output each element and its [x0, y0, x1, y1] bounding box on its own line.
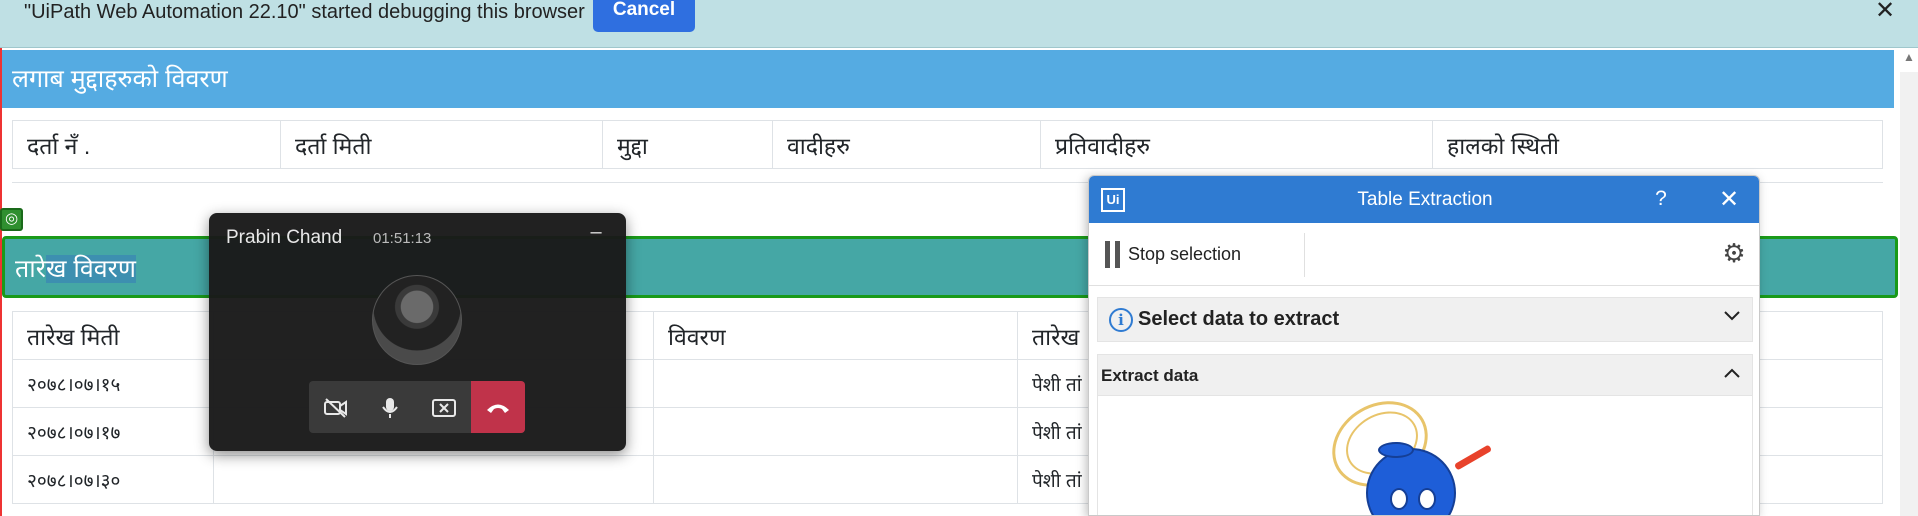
- robot-illustration: [1097, 384, 1753, 515]
- robot-hat: [1378, 442, 1414, 458]
- minimize-icon[interactable]: –: [584, 222, 608, 245]
- video-off-icon[interactable]: [309, 381, 363, 433]
- related-cases-table: दर्ता नँ . दर्ता मिती मुद्दा वादीहरु प्र…: [12, 120, 1883, 169]
- info-icon: i: [1109, 308, 1133, 332]
- robot-arm: [1453, 444, 1493, 471]
- table-extraction-window[interactable]: Ui Table Extraction ? ✕ Stop selection ⚙…: [1088, 175, 1760, 516]
- table-cell: २०७८।०७।१७: [12, 407, 214, 456]
- scrollbar[interactable]: [1900, 72, 1918, 516]
- robot-eye: [1390, 488, 1408, 510]
- table-cell: [653, 359, 1018, 408]
- avatar: [372, 275, 462, 365]
- extract-data-accordion[interactable]: Extract data: [1097, 354, 1753, 396]
- te-titlebar[interactable]: Ui Table Extraction ? ✕: [1089, 176, 1759, 223]
- robot-eye: [1418, 488, 1436, 510]
- table-cell: [653, 407, 1018, 456]
- table-cell: २०७८।०७।१५: [12, 359, 214, 408]
- select-data-accordion[interactable]: i Select data to extract: [1097, 297, 1753, 342]
- stop-selection-label: Stop selection: [1128, 244, 1242, 264]
- gear-icon[interactable]: ⚙: [1719, 238, 1749, 268]
- column-header: दर्ता नँ .: [12, 120, 281, 169]
- column-header: तारेख मिती: [12, 311, 214, 360]
- te-toolbar: Stop selection ⚙: [1089, 223, 1759, 286]
- selection-target-icon[interactable]: ◎: [0, 208, 23, 231]
- extract-data-label: Extract data: [1101, 366, 1199, 385]
- call-controls: [309, 381, 525, 433]
- section-header-related-cases: लगाब मुद्दाहरुको विवरण: [2, 50, 1894, 108]
- column-header: प्रतिवादीहरु: [1040, 120, 1433, 169]
- help-icon[interactable]: ?: [1649, 187, 1673, 211]
- hangup-icon[interactable]: [471, 381, 525, 433]
- stop-share-icon[interactable]: [417, 381, 471, 433]
- scroll-up-arrow-icon[interactable]: ▲: [1900, 50, 1918, 70]
- mic-icon[interactable]: [363, 381, 417, 433]
- divider: [1304, 233, 1305, 277]
- call-window[interactable]: Prabin Chand 01:51:13 –: [209, 213, 626, 451]
- chevron-down-icon[interactable]: [1722, 308, 1742, 328]
- column-header: विवरण: [653, 311, 1018, 360]
- section2-title-selected: ख विवरण: [45, 255, 136, 283]
- call-duration: 01:51:13: [373, 230, 432, 247]
- infobar-message: "UiPath Web Automation 22.10" started de…: [24, 1, 585, 23]
- table-cell: २०७८।०७।३०: [12, 455, 214, 504]
- column-header: मुद्दा: [602, 120, 773, 169]
- infobar-close-icon[interactable]: ✕: [1870, 0, 1900, 24]
- table-cell: [653, 455, 1018, 504]
- table-cell: [213, 455, 654, 504]
- section2-title-part1: तारे: [15, 255, 46, 283]
- column-header: हालको स्थिती: [1432, 120, 1883, 169]
- chevron-up-icon[interactable]: [1722, 365, 1742, 385]
- debug-infobar: "UiPath Web Automation 22.10" started de…: [0, 0, 1918, 48]
- pause-icon: [1105, 241, 1121, 268]
- cancel-button[interactable]: Cancel: [593, 0, 695, 32]
- column-header: वादीहरु: [772, 120, 1041, 169]
- column-header: दर्ता मिती: [280, 120, 603, 169]
- caller-name: Prabin Chand: [226, 227, 343, 248]
- select-data-label: Select data to extract: [1138, 308, 1340, 330]
- close-icon[interactable]: ✕: [1715, 185, 1743, 214]
